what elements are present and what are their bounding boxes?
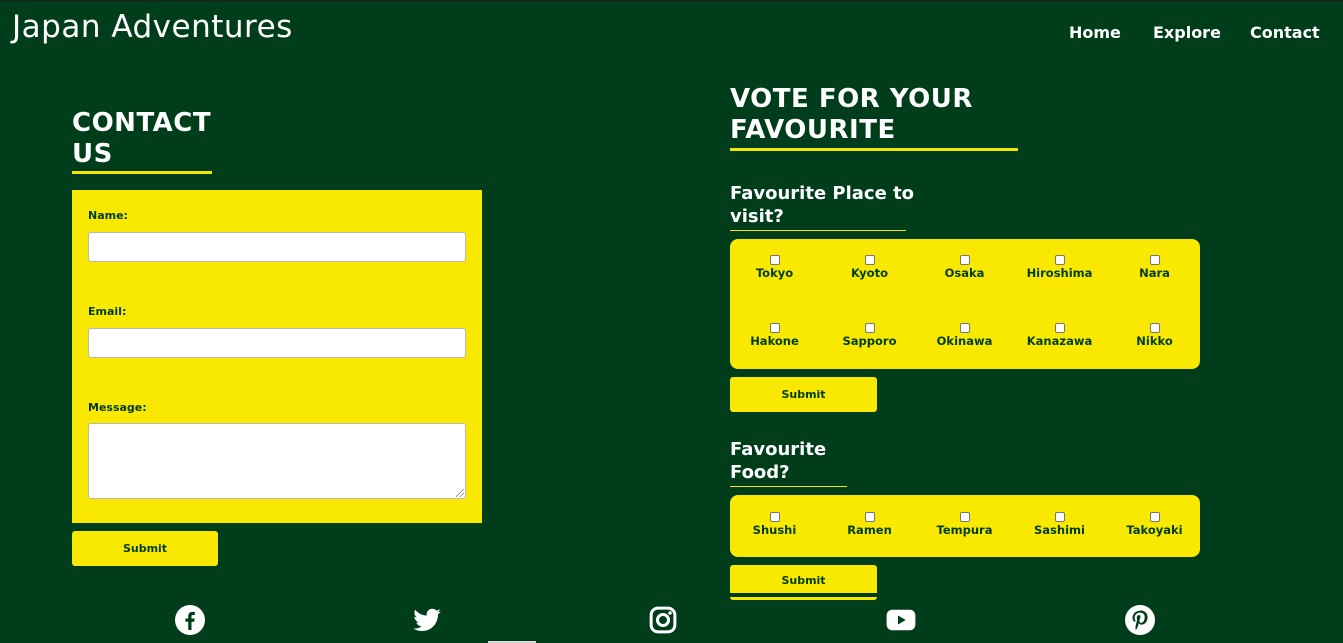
checkbox[interactable] — [769, 323, 780, 333]
option-label: Hiroshima — [1026, 266, 1093, 280]
vote-title-line2: FAVOURITE — [730, 115, 896, 145]
option-label: Shushi — [752, 523, 797, 537]
contact-submit-button[interactable]: Submit — [72, 531, 218, 566]
place-option-nikko[interactable]: Nikko — [1107, 323, 1202, 348]
place-option-kyoto[interactable]: Kyoto — [822, 255, 917, 280]
place-option-hakone[interactable]: Hakone — [727, 323, 822, 348]
vote-title: VOTE FOR YOUR FAVOURITE — [730, 84, 973, 146]
option-label: Takoyaki — [1126, 523, 1183, 537]
twitter-icon[interactable] — [412, 605, 442, 635]
food-question-underline — [730, 486, 847, 487]
food-question-line2: Food? — [730, 462, 790, 483]
place-option-hiroshima[interactable]: Hiroshima — [1012, 255, 1107, 280]
checkbox[interactable] — [1054, 323, 1065, 333]
place-question: Favourite Place to visit? — [730, 182, 914, 228]
vote-title-line1: VOTE FOR YOUR — [730, 84, 973, 114]
content-clip-edge — [730, 593, 880, 597]
site-title[interactable]: Japan Adventures — [12, 9, 293, 45]
food-option-takoyaki[interactable]: Takoyaki — [1107, 512, 1202, 537]
food-option-ramen[interactable]: Ramen — [822, 512, 917, 537]
food-option-shushi[interactable]: Shushi — [727, 512, 822, 537]
pinterest-icon[interactable] — [1125, 605, 1155, 635]
youtube-icon[interactable] — [886, 605, 916, 635]
food-question-line1: Favourite — [730, 439, 827, 460]
nav-home-link[interactable]: Home — [1069, 23, 1121, 42]
checkbox[interactable] — [1149, 323, 1160, 333]
option-label: Sashimi — [1034, 523, 1085, 537]
checkbox[interactable] — [864, 323, 875, 333]
place-option-kanazawa[interactable]: Kanazawa — [1012, 323, 1107, 348]
checkbox[interactable] — [1149, 512, 1160, 522]
option-label: Nikko — [1136, 334, 1173, 348]
place-question-underline — [730, 230, 906, 231]
contact-title: CONTACT US — [72, 108, 211, 170]
contact-title-underline — [72, 171, 212, 174]
email-input[interactable] — [88, 328, 466, 358]
food-options-panel: Shushi Ramen Tempura Sashimi Takoyaki — [730, 495, 1200, 557]
place-option-osaka[interactable]: Osaka — [917, 255, 1012, 280]
instagram-icon[interactable] — [648, 605, 678, 635]
contact-form: Name: Email: Message: — [72, 190, 482, 523]
option-label: Ramen — [847, 523, 892, 537]
checkbox[interactable] — [864, 255, 875, 265]
place-option-sapporo[interactable]: Sapporo — [822, 323, 917, 348]
checkbox[interactable] — [1054, 255, 1065, 265]
message-label: Message: — [88, 401, 147, 414]
place-option-nara[interactable]: Nara — [1107, 255, 1202, 280]
place-question-line1: Favourite Place to — [730, 183, 915, 204]
option-label: Kyoto — [851, 266, 888, 280]
option-label: Osaka — [944, 266, 985, 280]
place-option-tokyo[interactable]: Tokyo — [727, 255, 822, 280]
facebook-icon[interactable] — [175, 605, 205, 635]
place-options-panel: Tokyo Kyoto Osaka Hiroshima Nara Hakone … — [730, 239, 1200, 369]
checkbox[interactable] — [959, 512, 970, 522]
option-label: Hakone — [750, 334, 799, 348]
nav-contact-link[interactable]: Contact — [1250, 23, 1320, 42]
contact-title-line2: US — [72, 139, 113, 169]
vote-title-underline — [730, 148, 1018, 151]
option-label: Sapporo — [842, 334, 897, 348]
option-label: Okinawa — [936, 334, 993, 348]
checkbox[interactable] — [769, 255, 780, 265]
checkbox[interactable] — [1149, 255, 1160, 265]
checkbox[interactable] — [864, 512, 875, 522]
contact-title-line1: CONTACT — [72, 108, 212, 138]
option-label: Kanazawa — [1026, 334, 1093, 348]
place-option-okinawa[interactable]: Okinawa — [917, 323, 1012, 348]
checkbox[interactable] — [959, 323, 970, 333]
email-label: Email: — [88, 305, 127, 318]
food-question: Favourite Food? — [730, 438, 826, 484]
name-label: Name: — [88, 209, 128, 222]
option-label: Tokyo — [755, 266, 794, 280]
food-option-tempura[interactable]: Tempura — [917, 512, 1012, 537]
checkbox[interactable] — [769, 512, 780, 522]
name-input[interactable] — [88, 232, 466, 262]
checkbox[interactable] — [959, 255, 970, 265]
option-label: Nara — [1139, 266, 1170, 280]
resize-grip-icon[interactable] — [456, 489, 464, 497]
message-textarea[interactable] — [88, 423, 466, 499]
food-option-sashimi[interactable]: Sashimi — [1012, 512, 1107, 537]
nav-explore-link[interactable]: Explore — [1153, 23, 1221, 42]
option-label: Tempura — [936, 523, 993, 537]
place-submit-button[interactable]: Submit — [730, 377, 877, 412]
place-question-line2: visit? — [730, 206, 784, 227]
checkbox[interactable] — [1054, 512, 1065, 522]
